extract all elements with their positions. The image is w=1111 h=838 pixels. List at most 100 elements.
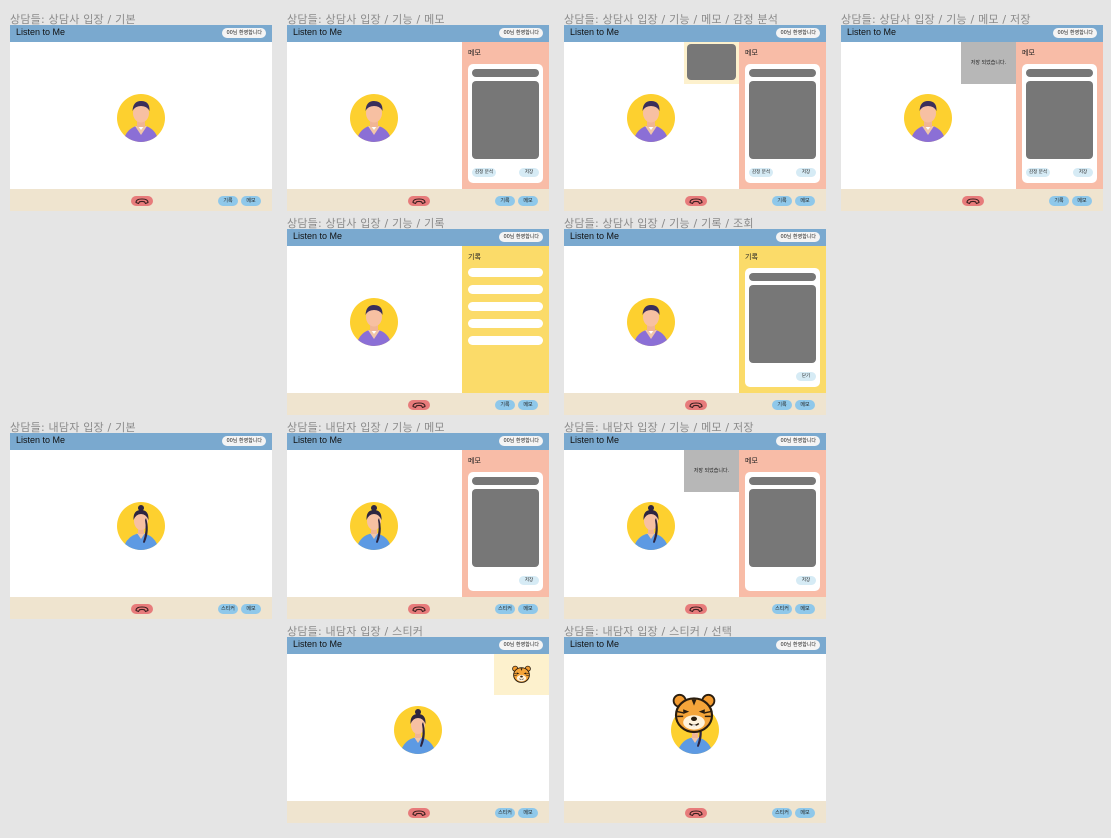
record-button[interactable]: 기록 bbox=[1049, 196, 1069, 206]
call-footer: 기록 메모 bbox=[564, 393, 826, 415]
app-header: Listen to Me 00님 환영합니다 bbox=[564, 433, 826, 450]
sticker-button[interactable]: 스티커 bbox=[772, 604, 792, 614]
call-screen: Listen to Me 00님 환영합니다 스티커 메모 bbox=[287, 637, 549, 823]
save-button[interactable]: 저장 bbox=[1073, 168, 1093, 177]
record-item[interactable] bbox=[468, 336, 543, 345]
sticker-button[interactable]: 스티커 bbox=[772, 808, 792, 818]
hangup-button[interactable] bbox=[408, 604, 430, 614]
tiger-sticker-icon[interactable] bbox=[511, 664, 532, 685]
hangup-button[interactable] bbox=[131, 604, 153, 614]
call-footer: 기록 메모 bbox=[287, 189, 549, 211]
call-screen: Listen to Me 00님 환영합니다 저장 되었습니다. 메모 감정 분… bbox=[841, 25, 1103, 211]
memo-card: 감정 분석 저장 bbox=[1022, 64, 1097, 183]
emotion-result-popup bbox=[684, 42, 739, 84]
record-body bbox=[749, 285, 816, 363]
call-footer: 스티커 메모 bbox=[287, 801, 549, 823]
memo-button[interactable]: 메모 bbox=[241, 604, 261, 614]
memo-body-input[interactable] bbox=[749, 81, 816, 159]
app-title: Listen to Me bbox=[16, 435, 66, 445]
record-button[interactable]: 기록 bbox=[495, 400, 515, 410]
memo-button[interactable]: 메모 bbox=[518, 196, 538, 206]
sticker-tray bbox=[494, 654, 549, 695]
hangup-button[interactable] bbox=[962, 196, 984, 206]
client-avatar-icon bbox=[117, 502, 165, 550]
record-button[interactable]: 기록 bbox=[495, 196, 515, 206]
hangup-button[interactable] bbox=[685, 196, 707, 206]
memo-title-input[interactable] bbox=[749, 477, 816, 485]
call-screen: Listen to Me 00님 환영합니다 저장 되었습니다. 메모 저장 스… bbox=[564, 433, 826, 619]
memo-button[interactable]: 메모 bbox=[518, 604, 538, 614]
memo-body-input[interactable] bbox=[749, 489, 816, 567]
memo-body-input[interactable] bbox=[1026, 81, 1093, 159]
memo-button[interactable]: 메모 bbox=[795, 808, 815, 818]
hangup-button[interactable] bbox=[685, 400, 707, 410]
hangup-button[interactable] bbox=[685, 604, 707, 614]
record-item[interactable] bbox=[468, 319, 543, 328]
memo-button[interactable]: 메모 bbox=[241, 196, 261, 206]
frame-counselor-memo-saved: 상담들: 상담사 입장 / 기능 / 메모 / 저장 Listen to Me … bbox=[841, 13, 1103, 211]
memo-title-input[interactable] bbox=[1026, 69, 1093, 77]
panel-title: 기록 bbox=[468, 253, 481, 261]
record-list bbox=[468, 268, 543, 353]
app-title: Listen to Me bbox=[570, 231, 620, 241]
memo-panel: 메모 감정 분석 저장 bbox=[462, 42, 549, 189]
hangup-button[interactable] bbox=[131, 196, 153, 206]
memo-body-input[interactable] bbox=[472, 489, 539, 567]
memo-title-input[interactable] bbox=[472, 477, 539, 485]
save-button[interactable]: 저장 bbox=[796, 576, 816, 585]
app-header: Listen to Me 00님 환영합니다 bbox=[287, 229, 549, 246]
hangup-button[interactable] bbox=[408, 400, 430, 410]
memo-panel: 메모 감정 분석 저장 bbox=[739, 42, 826, 189]
app-title: Listen to Me bbox=[847, 27, 897, 37]
memo-body-input[interactable] bbox=[472, 81, 539, 159]
memo-card: 감정 분석 저장 bbox=[745, 64, 820, 183]
hangup-button[interactable] bbox=[408, 196, 430, 206]
app-header: Listen to Me 00님 환영합니다 bbox=[287, 25, 549, 42]
sticker-button[interactable]: 스티커 bbox=[495, 808, 515, 818]
memo-card: 감정 분석 저장 bbox=[468, 64, 543, 183]
record-item[interactable] bbox=[468, 302, 543, 311]
memo-button[interactable]: 메모 bbox=[1072, 196, 1092, 206]
phone-hangup-icon bbox=[412, 402, 426, 409]
memo-button[interactable]: 메모 bbox=[518, 808, 538, 818]
save-button[interactable]: 저장 bbox=[796, 168, 816, 177]
welcome-badge: 00님 환영합니다 bbox=[776, 436, 820, 446]
frame-counselor-record-view: 상담들: 상담사 입장 / 기능 / 기록 / 조회 Listen to Me … bbox=[564, 217, 826, 415]
app-header: Listen to Me 00님 환영합니다 bbox=[841, 25, 1103, 42]
memo-title-input[interactable] bbox=[749, 69, 816, 77]
phone-hangup-icon bbox=[135, 606, 149, 613]
memo-button[interactable]: 메모 bbox=[518, 400, 538, 410]
memo-button[interactable]: 메모 bbox=[795, 196, 815, 206]
app-title: Listen to Me bbox=[293, 27, 343, 37]
save-button[interactable]: 저장 bbox=[519, 576, 539, 585]
app-title: Listen to Me bbox=[293, 639, 343, 649]
sticker-button[interactable]: 스티커 bbox=[218, 604, 238, 614]
emotion-result-image bbox=[687, 44, 736, 80]
memo-button[interactable]: 메모 bbox=[795, 604, 815, 614]
memo-button[interactable]: 메모 bbox=[795, 400, 815, 410]
panel-title: 기록 bbox=[745, 253, 758, 261]
frame-client-sticker-selected: 상담들: 내담자 입장 / 스티커 / 선택 Listen to Me 00님 … bbox=[564, 625, 826, 823]
record-item[interactable] bbox=[468, 285, 543, 294]
hangup-button[interactable] bbox=[685, 808, 707, 818]
save-toast: 저장 되었습니다. bbox=[684, 450, 739, 492]
counselor-avatar-icon bbox=[117, 94, 165, 142]
emotion-analysis-button[interactable]: 감정 분석 bbox=[472, 168, 496, 177]
panel-title: 메모 bbox=[468, 49, 481, 57]
record-button[interactable]: 기록 bbox=[218, 196, 238, 206]
record-item[interactable] bbox=[468, 268, 543, 277]
emotion-analysis-button[interactable]: 감정 분석 bbox=[749, 168, 773, 177]
save-button[interactable]: 저장 bbox=[519, 168, 539, 177]
hangup-button[interactable] bbox=[408, 808, 430, 818]
emotion-analysis-button[interactable]: 감정 분석 bbox=[1026, 168, 1050, 177]
close-button[interactable]: 닫기 bbox=[796, 372, 816, 381]
record-panel: 기록 닫기 bbox=[739, 246, 826, 393]
sticker-button[interactable]: 스티커 bbox=[495, 604, 515, 614]
record-button[interactable]: 기록 bbox=[772, 400, 792, 410]
memo-panel: 메모 저장 bbox=[462, 450, 549, 597]
record-button[interactable]: 기록 bbox=[772, 196, 792, 206]
memo-title-input[interactable] bbox=[472, 69, 539, 77]
frame-client-memo-saved: 상담들: 내담자 입장 / 기능 / 메모 / 저장 Listen to Me … bbox=[564, 421, 826, 619]
phone-hangup-icon bbox=[412, 198, 426, 205]
counselor-avatar-icon bbox=[627, 94, 675, 142]
